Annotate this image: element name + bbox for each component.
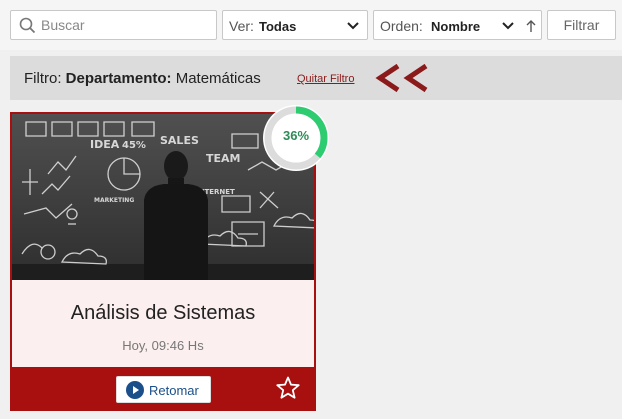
resume-button[interactable]: Retomar (116, 376, 211, 403)
filter-button[interactable]: Filtrar (547, 10, 616, 40)
course-time: Hoy, 09:46 Hs (122, 338, 204, 353)
toolbar: Ver: Todas Orden: Nombre Filtrar (0, 0, 622, 50)
resume-label: Retomar (149, 383, 199, 398)
filter-prefix: Filtro: (24, 70, 62, 87)
course-info: Análisis de Sistemas Hoy, 09:46 Hs (12, 280, 314, 367)
play-icon (126, 381, 144, 399)
svg-text:TEAM: TEAM (206, 152, 240, 165)
orden-label: Orden: (380, 18, 423, 34)
filter-value: Matemáticas (175, 70, 261, 87)
orden-value: Nombre (431, 19, 481, 34)
sort-ascending-icon[interactable] (525, 19, 537, 33)
active-filter-bar: Filtro: Departamento: Matemáticas Quitar… (10, 56, 622, 100)
ver-select[interactable]: Ver: Todas (222, 10, 368, 40)
ver-value: Todas (259, 19, 297, 34)
remove-filter-link[interactable]: Quitar Filtro (297, 73, 354, 85)
favorite-star-icon[interactable] (276, 376, 300, 399)
svg-text:45%: 45% (122, 140, 146, 151)
progress-ring: 36% (262, 104, 330, 172)
course-title[interactable]: Análisis de Sistemas (12, 302, 314, 325)
progress-label: 36% (282, 128, 310, 143)
chevron-down-icon (347, 22, 359, 30)
chevron-down-icon (502, 22, 514, 30)
svg-text:SALES: SALES (160, 134, 199, 147)
filter-text: Filtro: Departamento: Matemáticas (24, 70, 261, 87)
orden-select[interactable]: Orden: Nombre (373, 10, 542, 40)
double-chevron-left-icon: << (375, 63, 428, 93)
filter-key: Departamento: (65, 70, 172, 87)
ver-label: Ver: (229, 18, 254, 34)
search-icon (19, 17, 36, 34)
svg-text:MARKETING: MARKETING (94, 197, 134, 204)
course-footer: Retomar (12, 367, 314, 409)
search-box[interactable] (10, 10, 217, 40)
search-input[interactable] (41, 15, 211, 35)
svg-text:IDEA: IDEA (90, 138, 120, 151)
